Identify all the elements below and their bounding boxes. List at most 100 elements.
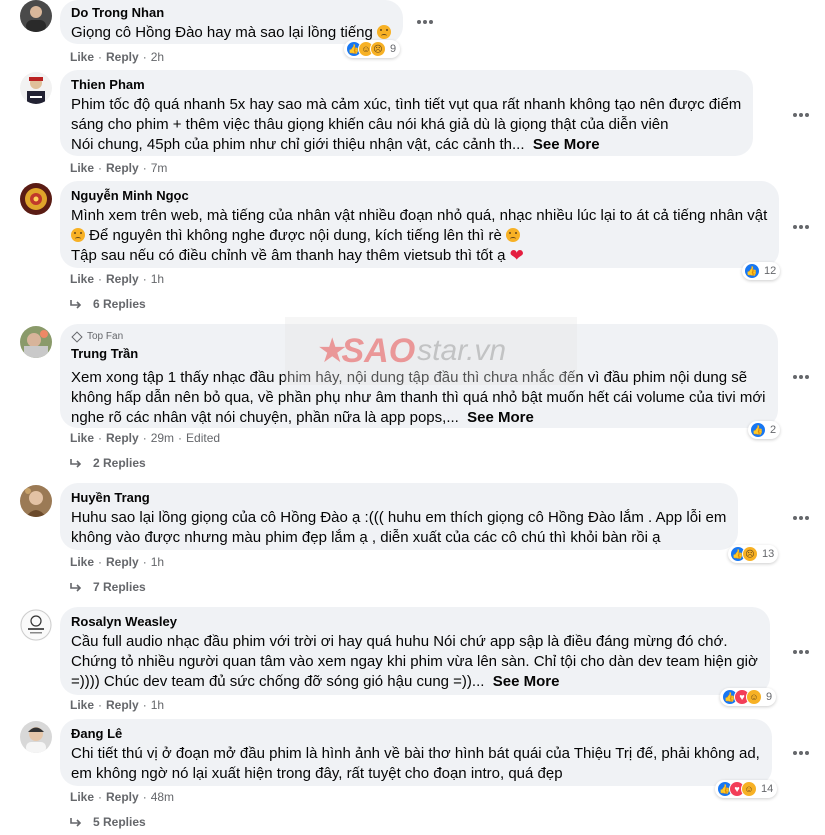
comment-actions: Like · Reply · 2h (70, 50, 165, 64)
sad-reaction-icon: ☹ (370, 41, 386, 57)
view-replies-label: 2 Replies (93, 456, 146, 470)
like-button[interactable]: Like (70, 790, 94, 804)
reply-arrow-icon (70, 459, 82, 468)
like-button[interactable]: Like (70, 272, 94, 286)
comment-bubble: Do Trong Nhan Giọng cô Hồng Đào hay mà s… (60, 0, 404, 44)
like-button[interactable]: Like (70, 161, 94, 175)
reply-button[interactable]: Reply (106, 272, 139, 286)
comment-actions: Like · Reply · 48m (70, 790, 175, 804)
reply-arrow-icon (70, 818, 82, 827)
more-options-icon[interactable] (415, 12, 435, 32)
view-replies-link[interactable]: 7 Replies (70, 580, 146, 594)
avatar[interactable] (20, 326, 52, 358)
reply-button[interactable]: Reply (106, 431, 139, 445)
comment-bubble: Nguyễn Minh Ngọc Mình xem trên web, mà t… (60, 181, 780, 268)
comment-bubble: Thien Pham Phim tốc độ quá nhanh 5x hay … (60, 70, 754, 156)
reaction-count: 14 (761, 783, 774, 795)
reaction-summary[interactable]: 👍 ♥ ☺ 14 (715, 780, 778, 798)
like-reaction-icon: 👍 (744, 263, 760, 279)
like-button[interactable]: Like (70, 431, 94, 445)
comment-bubble: Rosalyn Weasley Cầu full audio nhạc đầu … (60, 607, 770, 695)
comment-author[interactable]: Huyền Trang (71, 490, 726, 506)
comment-text: Mình xem trên web, mà tiếng của nhân vật… (71, 207, 768, 265)
more-options-icon[interactable] (791, 642, 811, 662)
avatar[interactable] (20, 609, 52, 641)
reply-arrow-icon (70, 300, 82, 309)
reaction-summary[interactable]: 👍 ☹ 13 (728, 545, 779, 563)
reaction-summary[interactable]: 👍 ☺ ☹ 9 (344, 40, 401, 58)
avatar[interactable] (20, 183, 52, 215)
avatar[interactable] (20, 485, 52, 517)
comment-actions: Like · Reply · 1h (70, 555, 165, 569)
reaction-summary[interactable]: 👍 ♥ ☺ 9 (720, 688, 777, 706)
reaction-count: 9 (766, 691, 773, 703)
view-replies-link[interactable]: 5 Replies (70, 815, 146, 829)
comment-actions: Like · Reply · 1h (70, 698, 165, 712)
see-more-link[interactable]: See More (533, 136, 600, 153)
reply-arrow-icon (70, 583, 82, 592)
reaction-count: 12 (764, 265, 777, 277)
sad-reaction-icon: ☹ (742, 546, 758, 562)
reply-button[interactable]: Reply (106, 698, 139, 712)
like-button[interactable]: Like (70, 50, 94, 64)
reply-button[interactable]: Reply (106, 161, 139, 175)
comment-timestamp[interactable]: 1h (151, 698, 164, 712)
see-more-link[interactable]: See More (467, 409, 534, 426)
more-options-icon[interactable] (791, 367, 811, 387)
more-options-icon[interactable] (791, 508, 811, 528)
like-button[interactable]: Like (70, 698, 94, 712)
haha-reaction-icon: ☺ (746, 689, 762, 705)
edited-label[interactable]: Edited (186, 431, 220, 445)
see-more-link[interactable]: See More (493, 673, 560, 690)
view-replies-link[interactable]: 2 Replies (70, 456, 146, 470)
reaction-count: 9 (390, 43, 397, 55)
comment-actions: Like · Reply · 7m (70, 161, 168, 175)
more-options-icon[interactable] (791, 105, 811, 125)
comment-text: Chi tiết thú vị ở đoạn mở đầu phim là hì… (71, 745, 760, 782)
comment-bubble: Huyền Trang Huhu sao lại lồng giọng của … (60, 483, 739, 550)
like-button[interactable]: Like (70, 555, 94, 569)
comment-text: Cầu full audio nhạc đầu phim với trời ơi… (71, 633, 758, 690)
view-replies-label: 6 Replies (93, 297, 146, 311)
more-options-icon[interactable] (791, 743, 811, 763)
comment-timestamp[interactable]: 7m (151, 161, 168, 175)
reply-button[interactable]: Reply (106, 790, 139, 804)
comment-timestamp[interactable]: 1h (151, 272, 164, 286)
comment-text: Huhu sao lại lồng giọng của cô Hồng Đào … (71, 509, 727, 546)
sad-face-emoji-icon (377, 25, 392, 39)
sad-face-emoji-icon (71, 228, 85, 242)
haha-reaction-icon: ☺ (741, 781, 757, 797)
reaction-summary[interactable]: 👍 12 (742, 262, 781, 280)
comment-author[interactable]: Nguyễn Minh Ngọc (71, 188, 767, 204)
view-replies-link[interactable]: 6 Replies (70, 297, 146, 311)
comment-timestamp[interactable]: 1h (151, 555, 164, 569)
comment-author[interactable]: Do Trong Nhan (71, 5, 391, 21)
view-replies-label: 7 Replies (93, 580, 146, 594)
comment-actions: Like · Reply · 1h (70, 272, 165, 286)
like-reaction-icon: 👍 (750, 422, 766, 438)
reply-button[interactable]: Reply (106, 555, 139, 569)
more-options-icon[interactable] (791, 217, 811, 237)
comment-author[interactable]: Rosalyn Weasley (71, 614, 758, 630)
watermark-sao-text: SAO (341, 331, 416, 370)
reaction-count: 13 (762, 548, 775, 560)
comment-timestamp[interactable]: 29m (151, 431, 174, 445)
avatar[interactable] (20, 0, 52, 32)
avatar[interactable] (20, 721, 52, 753)
red-heart-emoji-icon: ❤ (509, 246, 524, 265)
comment-text: Giọng cô Hồng Đào hay mà sao lại lồng ti… (71, 23, 392, 43)
comment-actions: Like · Reply · 29m · Edited (70, 431, 221, 445)
comment-timestamp[interactable]: 2h (151, 50, 164, 64)
comment-bubble: Đang Lê Chi tiết thú vị ở đoạn mở đầu ph… (60, 719, 772, 786)
top-fan-diamond-icon (71, 331, 83, 343)
saostar-watermark: ★ SAO star.vn (285, 317, 577, 385)
reply-button[interactable]: Reply (106, 50, 139, 64)
comment-author[interactable]: Đang Lê (71, 726, 760, 742)
avatar[interactable] (20, 72, 52, 104)
reaction-count: 2 (770, 424, 777, 436)
watermark-starvn-text: star.vn (417, 334, 507, 367)
comment-timestamp[interactable]: 48m (151, 790, 174, 804)
comment-author[interactable]: Thien Pham (71, 77, 741, 93)
reaction-summary[interactable]: 👍 2 (748, 421, 781, 439)
comment-text: Phim tốc độ quá nhanh 5x hay sao mà cảm … (71, 96, 742, 153)
